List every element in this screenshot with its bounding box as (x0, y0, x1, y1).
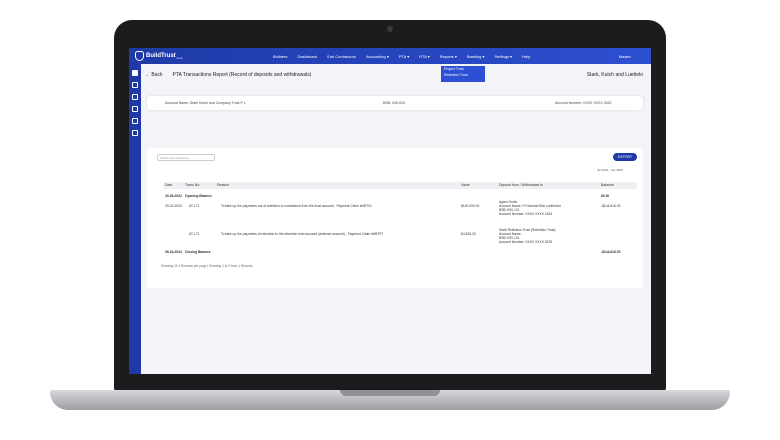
logo-mark-icon (135, 51, 144, 61)
nav-help[interactable]: Help (522, 54, 530, 59)
closing-balance: -$144,816.30 (601, 250, 621, 254)
row1-date: 20-02-2024 (165, 204, 182, 208)
pagination-info[interactable]: Showing 10 ▾ Records per page | Showing … (161, 264, 253, 268)
table-header: Date Trans No. Reason Value Deposit from… (163, 182, 637, 189)
nav-accounting[interactable]: Accounting ▾ (366, 54, 389, 59)
laptop-notch (340, 390, 440, 396)
opening-balance: $0.00 (601, 194, 610, 198)
date-range[interactable]: Jul 2022 - Apr 2024 (597, 168, 623, 172)
nav-settings[interactable]: Settings ▾ (494, 54, 512, 59)
main-content: ← Back PTA Transactions Report (Record o… (145, 66, 645, 366)
nav-dashboard[interactable]: Dashboard (297, 54, 317, 59)
app-screen: BuildTrust beta Builders Dashboard Sub C… (129, 48, 651, 374)
home-icon[interactable] (132, 70, 138, 76)
row2-reason: To take up the payments of retention to … (221, 232, 384, 236)
row2-value: $4,816.30 (461, 232, 476, 236)
header-party: Deposit from / Withdrawal to (499, 183, 543, 187)
back-button[interactable]: ← Back (145, 72, 163, 78)
row1-party-number: Account Number: XXXX XXXX 4343 (499, 212, 553, 216)
menu-item-retention-trust[interactable]: Retention Trust (441, 72, 485, 78)
report-icon[interactable] (132, 82, 138, 88)
page-title: PTA Transactions Report (Record of depos… (172, 72, 312, 78)
row1-trans: AT-171 (189, 204, 200, 208)
top-navbar: BuildTrust beta Builders Dashboard Sub C… (129, 48, 651, 64)
main-nav: Builders Dashboard Sub Contractors Accou… (273, 54, 540, 59)
bank-icon[interactable] (132, 106, 138, 112)
account-name: Account Name: Stark Kutch and Company Tr… (165, 101, 246, 105)
export-button[interactable]: EXPORT (613, 153, 637, 161)
building-icon[interactable] (132, 94, 138, 100)
opening-date: 30-06-2022 (165, 194, 182, 198)
company-name: Stark, Kutch and Luettelo (586, 72, 643, 78)
logo-sub: beta (176, 55, 183, 60)
row1-value: $140,000.00 (461, 204, 480, 208)
closing-date: 06-04-2024 (165, 250, 182, 254)
camera (387, 26, 393, 32)
page-header: ← Back PTA Transactions Report (Record o… (145, 70, 645, 80)
row2-trans: AT-171 (189, 232, 200, 236)
header-date: Date (165, 183, 173, 187)
user-menu[interactable]: Master (619, 54, 631, 59)
nav-pta[interactable]: PTA ▾ (399, 54, 409, 59)
header-balance: Balance (601, 183, 614, 187)
sidebar (129, 64, 141, 374)
transactions-table: Date Trans No. Reason Value Deposit from… (163, 182, 637, 254)
nav-builders[interactable]: Builders (273, 54, 287, 59)
closing-label: Closing Balance (185, 250, 211, 254)
logo[interactable]: BuildTrust beta (135, 51, 195, 61)
nav-sub-contractors[interactable]: Sub Contractors (327, 54, 356, 59)
row1-balance: -$144,816.30 (601, 204, 621, 208)
account-bsb: BSB: 000-034 (383, 101, 405, 105)
transfer-icon[interactable] (132, 118, 138, 124)
row1-reason: To take up the payments out of retention… (221, 204, 372, 208)
row2-party-number: Account Number: XXXX XXXX 5378 (499, 240, 553, 244)
opening-label: Opening Balance (185, 194, 212, 198)
chart-icon[interactable] (132, 130, 138, 136)
header-value: Value (461, 183, 470, 187)
nav-banking[interactable]: Banking ▾ (467, 54, 485, 59)
subcontractor-select[interactable]: Select Sub Contractor (157, 154, 215, 161)
account-info-card: Account Name: Stark Kutch and Company Tr… (147, 96, 643, 110)
report-card: Select Sub Contractor EXPORT Jul 2022 - … (147, 148, 643, 288)
pta-dropdown-menu: Project Trust Retention Trust (441, 66, 485, 82)
header-trans-no: Trans No. (185, 183, 201, 187)
logo-text: BuildTrust (146, 53, 176, 59)
header-reason: Reason (217, 183, 230, 187)
nav-reports[interactable]: Reports ▾ (440, 54, 457, 59)
nav-rta[interactable]: RTA ▾ (419, 54, 430, 59)
account-number: Account Number: XXXX XXXX 3432 (555, 101, 612, 105)
